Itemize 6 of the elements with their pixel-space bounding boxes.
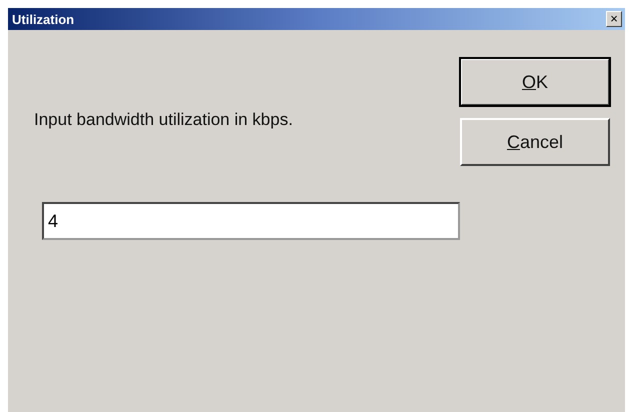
dialog-button[interactable]: OK — [460, 58, 610, 106]
input-field[interactable]: 4 — [42, 202, 460, 240]
close-button[interactable]: × — [606, 11, 622, 27]
window-title: Utilization — [12, 12, 74, 26]
dialog-button[interactable]: Cancel — [460, 118, 610, 166]
prompt-text: Input bandwidth utilization in kbps. — [34, 110, 294, 130]
